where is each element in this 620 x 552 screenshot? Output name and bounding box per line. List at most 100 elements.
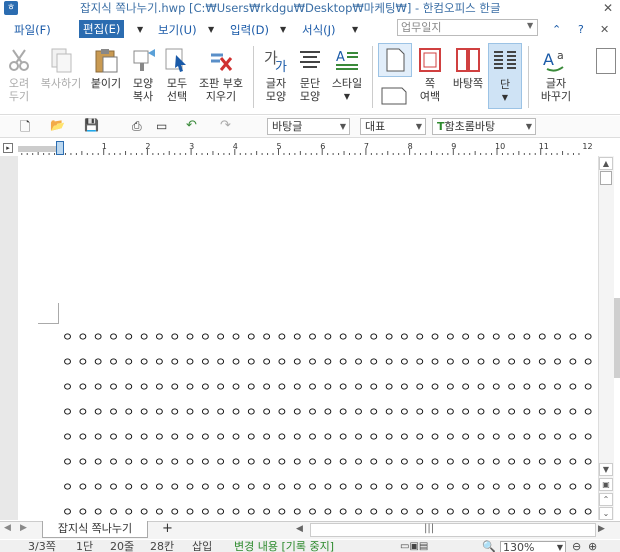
char-shape-button[interactable]: 가가 글자 모양 [260,47,292,103]
cut-label: 오려 두기 [8,77,30,103]
ruler-toggle[interactable]: ▸ [3,143,13,153]
page-landscape-button[interactable] [380,84,408,106]
symbol-char: ㅇ [230,354,242,369]
symbol-char: ㅇ [291,354,303,369]
symbol-char: ㅇ [352,454,364,469]
document-content[interactable]: ㅇㅇㅇㅇㅇㅇㅇㅇㅇㅇㅇㅇㅇㅇㅇㅇㅇㅇㅇㅇㅇㅇㅇㅇㅇㅇㅇㅇㅇㅇㅇㅇㅇㅇㅇㅇㅇㅇㅇㅇ… [62,324,598,524]
zoom-icon[interactable]: 🔍 [482,541,496,552]
text-line: ㅇㅇㅇㅇㅇㅇㅇㅇㅇㅇㅇㅇㅇㅇㅇㅇㅇㅇㅇㅇㅇㅇㅇㅇㅇㅇㅇㅇㅇㅇㅇㅇㅇㅇㅇ [62,374,598,399]
scroll-left-icon[interactable]: ◀ [296,524,303,534]
scroll-right-icon[interactable]: ▶ [598,524,605,534]
chevron-down-icon[interactable]: ▼ [208,25,214,34]
chevron-down-icon[interactable]: ▼ [527,21,533,30]
zoom-out-icon[interactable]: ⊖ [572,541,581,552]
next-tab-icon[interactable]: ▶ [20,523,27,533]
symbol-char: ㅇ [307,429,319,444]
symbol-char: ㅇ [184,454,196,469]
copy-button[interactable]: 복사하기 [38,47,84,90]
menu-format[interactable]: 서식(J) [298,21,340,39]
memo-input[interactable]: 업무일지 [397,19,538,36]
char-change-button[interactable]: Aa 글자 바꾸기 [534,47,578,103]
new-document-icon[interactable]: 🗋 [20,118,30,140]
scroll-grip-icon[interactable]: ||| [424,523,434,534]
symbol-char: ㅇ [62,329,74,344]
symbol-char: ㅇ [383,504,395,519]
status-page[interactable]: 3/3쪽 [28,541,56,552]
cut-button[interactable]: 오려 두기 [3,47,35,103]
more-icon[interactable] [596,48,616,74]
margin-corner-mark [38,303,59,324]
open-folder-icon[interactable]: 📂 [50,118,65,132]
save-icon[interactable]: 💾 [84,118,99,132]
page-margin-label: 쪽 여백 [419,77,441,103]
next-page-icon[interactable]: ⌄ [599,507,613,520]
menu-file[interactable]: 파일(F) [10,21,55,39]
font-name-combo[interactable]: T함초롬바탕 ▼ [432,118,536,135]
clear-marks-button[interactable]: 조판 부호 지우기 [195,47,247,103]
chevron-down-icon[interactable]: ▼ [137,25,143,34]
close-icon[interactable]: ✕ [600,23,609,36]
chevron-up-icon[interactable]: ⌃ [552,23,561,36]
indent-marker[interactable] [56,141,64,155]
scroll-down-icon[interactable]: ▼ [599,463,613,476]
menu-view[interactable]: 보기(U) [154,21,201,39]
symbol-char: ㅇ [261,454,273,469]
status-mode[interactable]: 삽입 [192,541,212,552]
style-combo[interactable]: 바탕글 ▼ [267,118,350,135]
select-all-button[interactable]: 모두 선택 [161,47,193,103]
redo-icon[interactable]: ↷ [220,118,231,133]
help-icon[interactable]: ? [578,23,584,36]
page-margin-button[interactable]: 쪽 여백 [414,47,446,103]
style-button[interactable]: A 스타일 ▼ [328,47,366,103]
document-tab[interactable]: 잡지식 쪽나누기 [42,521,148,538]
close-icon[interactable]: ✕ [598,0,618,16]
shape-copy-button[interactable]: 모양 복사 [127,47,159,103]
symbol-char: ㅇ [414,404,426,419]
chevron-down-icon[interactable]: ▼ [352,25,358,34]
chevron-down-icon: ▼ [501,93,509,102]
menu-edit[interactable]: 편집(E) [79,20,125,38]
background-page-button[interactable]: 바탕쪽 [450,47,486,90]
symbol-char: ㅇ [307,404,319,419]
symbol-char: ㅇ [383,354,395,369]
status-line: 20줄 [110,540,135,552]
print-icon[interactable]: ⎙ [132,119,142,134]
menu-insert[interactable]: 입력(D) [226,21,273,39]
style-icon: A [336,50,358,70]
symbol-char: ㅇ [245,379,257,394]
status-track-changes[interactable]: 변경 내용 [기록 중지] [234,541,334,552]
symbol-char: ㅇ [506,479,518,494]
chevron-down-icon[interactable]: ▼ [280,25,286,34]
undo-icon[interactable]: ↶ [186,118,197,133]
symbol-char: ㅇ [521,354,533,369]
chevron-down-icon: ▼ [415,122,422,131]
symbol-char: ㅇ [383,479,395,494]
zoom-combo[interactable]: 130% ▼ [500,541,566,552]
symbol-char: ㅇ [153,354,165,369]
preview-icon[interactable]: ▭ [156,119,167,133]
symbol-char: ㅇ [552,479,564,494]
para-shape-button[interactable]: 문단 모양 [294,47,326,103]
symbol-char: ㅇ [398,504,410,519]
columns-button[interactable]: 단 ▼ [488,43,522,109]
brush-icon [133,49,155,71]
font-lang-combo[interactable]: 대표 ▼ [360,118,426,135]
symbol-char: ㅇ [368,404,380,419]
scroll-thumb[interactable] [600,171,612,185]
symbol-char: ㅇ [123,479,135,494]
add-tab-icon[interactable]: + [162,521,173,536]
paste-button[interactable]: 붙이기 [88,47,124,90]
page-layout-button[interactable] [378,43,412,77]
symbol-char: ㅇ [230,479,242,494]
prev-tab-icon[interactable]: ◀ [4,523,11,533]
horizontal-scrollbar[interactable] [310,523,596,537]
page-view-icon[interactable]: ▣ [599,478,613,491]
prev-page-icon[interactable]: ⌃ [599,493,613,506]
symbol-char: ㅇ [490,479,502,494]
side-panel-handle[interactable] [614,298,620,378]
view-mode-icons[interactable]: ▭▣▤ [400,541,428,552]
zoom-in-icon[interactable]: ⊕ [588,541,597,552]
scroll-up-icon[interactable]: ▲ [599,157,613,170]
cursor-icon [165,48,186,72]
horizontal-ruler[interactable]: 1 2 3 4 5 6 7 8 9 10 11 12 [18,141,598,155]
